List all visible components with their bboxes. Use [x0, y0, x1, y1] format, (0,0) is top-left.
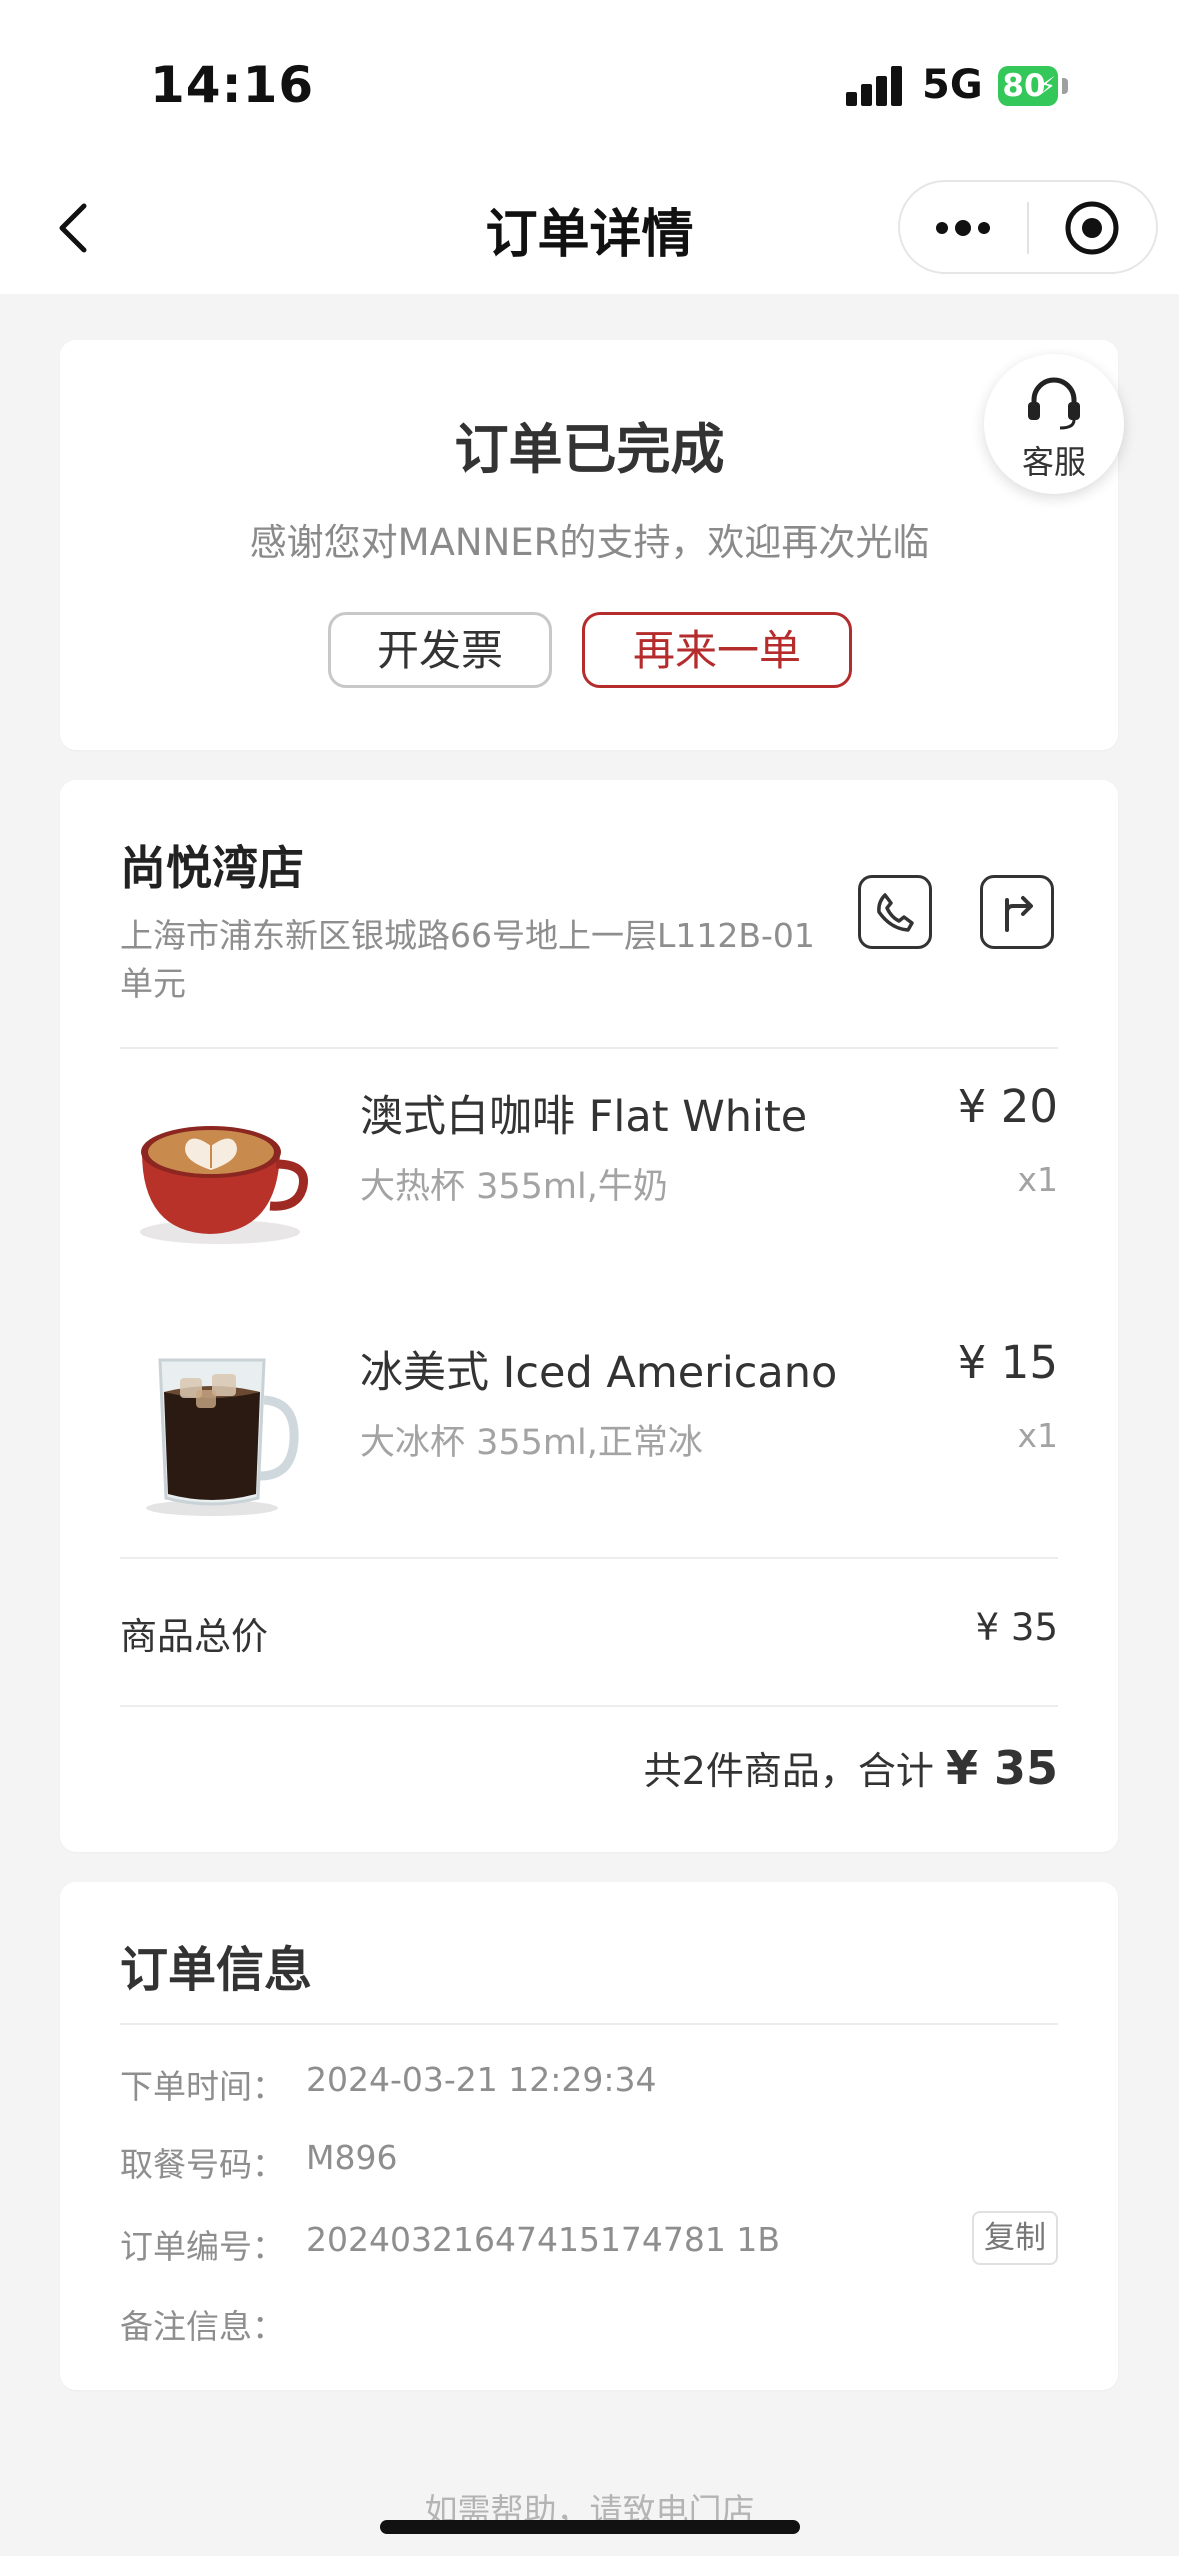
network-label: 5G [922, 62, 983, 108]
divider [120, 1705, 1058, 1707]
order-total: 共2件商品，合计 ¥ 35 [644, 1740, 1058, 1795]
divider [120, 1557, 1058, 1559]
capsule-divider [1027, 202, 1029, 254]
home-indicator [380, 2520, 800, 2534]
charging-icon: ⚡ [1039, 72, 1056, 100]
item-price: ¥ 15 [957, 1336, 1058, 1389]
total-prefix: 共2件商品，合计 [643, 1749, 934, 1793]
pickup-number-value: M896 [306, 2138, 398, 2177]
remarks-label: 备注信息： [120, 2307, 285, 2346]
item-name: 澳式白咖啡 Flat White [360, 1092, 808, 1142]
phone-icon [877, 893, 914, 932]
navigate-store-button[interactable] [980, 875, 1054, 949]
close-mini-program-icon[interactable] [1062, 198, 1122, 258]
subtotal-label: 商品总价 [120, 1615, 268, 1658]
item-name: 冰美式 Iced Americano [360, 1348, 838, 1398]
invoice-button[interactable]: 开发票 [328, 612, 552, 688]
item-spec: 大冰杯 355ml,正常冰 [360, 1423, 703, 1463]
order-time-value: 2024-03-21 12:29:34 [306, 2060, 657, 2099]
copy-order-number-button[interactable]: 复制 [972, 2211, 1058, 2265]
headset-icon [1028, 377, 1080, 430]
item-quantity: x1 [1017, 1416, 1058, 1455]
status-time: 14:16 [150, 56, 315, 114]
order-number-value: 20240321647415174781 1B [306, 2220, 781, 2259]
store-name: 尚悦湾店 [120, 841, 304, 895]
more-icon[interactable] [932, 206, 994, 250]
item-spec: 大热杯 355ml,牛奶 [360, 1167, 668, 1207]
battery-icon: 80 ⚡ [998, 66, 1058, 106]
item-price: ¥ 20 [957, 1080, 1058, 1133]
flat-white-image [140, 1126, 308, 1244]
item-quantity: x1 [1017, 1160, 1058, 1199]
total-value: ¥ 35 [945, 1741, 1058, 1795]
iced-americano-image [146, 1358, 299, 1516]
order-time-label: 下单时间： [120, 2067, 285, 2106]
order-number-label: 订单编号： [120, 2227, 285, 2266]
subtotal-value: ¥ 35 [975, 1606, 1058, 1649]
call-store-button[interactable] [858, 875, 932, 949]
directions-icon [1005, 896, 1033, 932]
order-info-title: 订单信息 [120, 1942, 313, 1998]
order-status-subtitle: 感谢您对MANNER的支持，欢迎再次光临 [249, 521, 930, 564]
divider [120, 2023, 1058, 2025]
customer-service-label: 客服 [1021, 443, 1086, 481]
divider [120, 1047, 1058, 1049]
signal-icon [846, 66, 904, 106]
battery-cap [1062, 78, 1068, 94]
pickup-number-label: 取餐号码： [120, 2145, 285, 2184]
store-address: 上海市浦东新区银城路66号地上一层L112B-01单元 [120, 916, 815, 1003]
reorder-button[interactable]: 再来一单 [582, 612, 852, 688]
